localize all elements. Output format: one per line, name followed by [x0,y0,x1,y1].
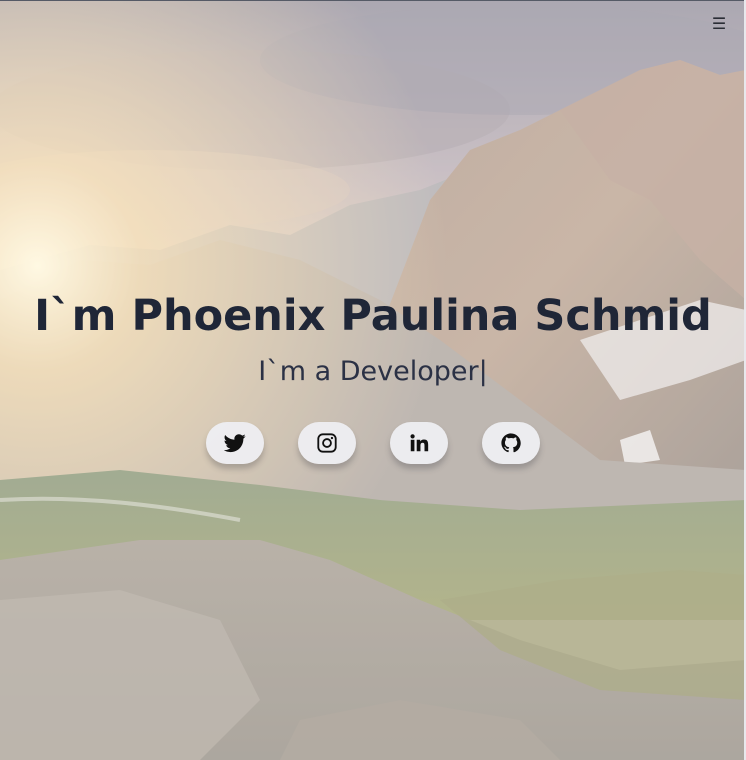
linkedin-button[interactable] [390,422,448,464]
top-border [0,0,746,1]
instagram-button[interactable] [298,422,356,464]
twitter-icon [224,434,246,453]
social-links [0,422,746,464]
hamburger-icon: ☰ [711,14,727,33]
instagram-icon [317,433,337,453]
hero-content: I`m Phoenix Paulina Schmid I`m a Develop… [0,286,746,392]
github-button[interactable] [482,422,540,464]
hamburger-menu-button[interactable]: ☰ [710,14,728,34]
github-icon [501,433,521,453]
hero-section: ☰ I`m Phoenix Paulina Schmid I`m a Devel… [0,0,746,760]
hero-name-heading: I`m Phoenix Paulina Schmid [34,291,712,341]
twitter-button[interactable] [206,422,264,464]
linkedin-icon [410,434,429,452]
hero-typed-tagline: I`m a Developer| [258,356,488,387]
